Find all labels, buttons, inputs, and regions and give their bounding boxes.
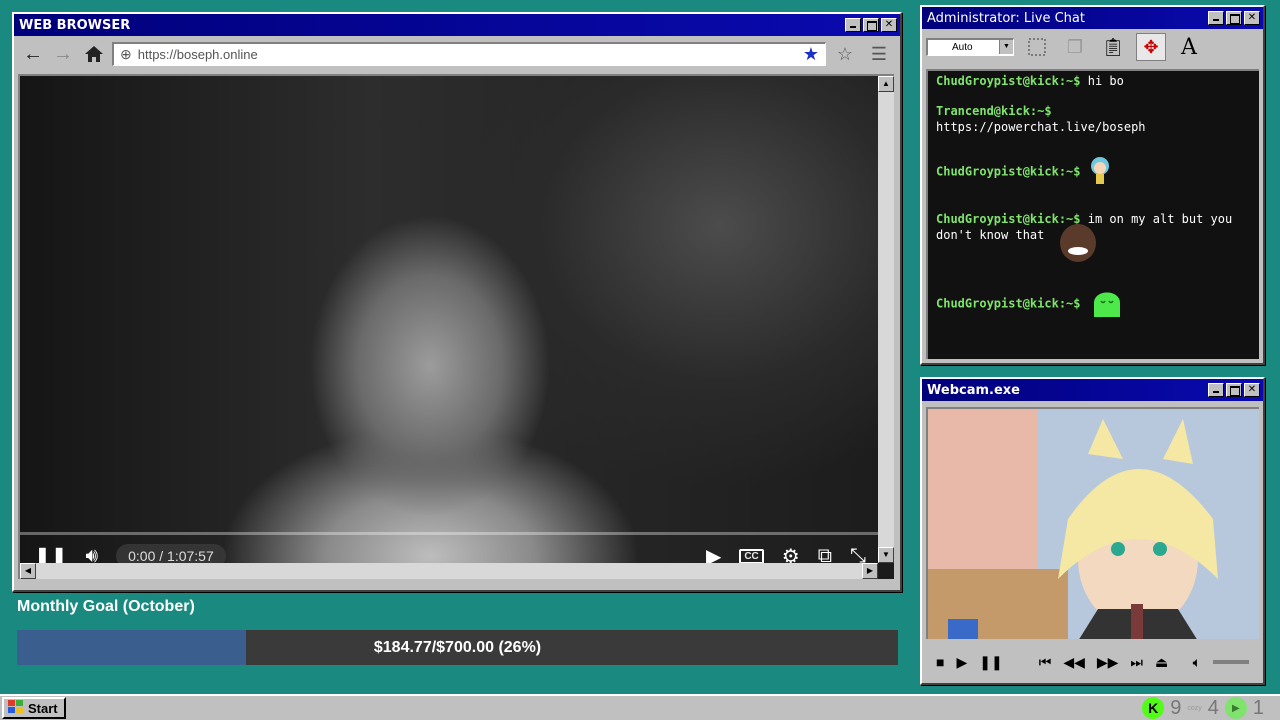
back-arrow-icon[interactable]: ← bbox=[20, 43, 46, 65]
move-icon[interactable]: ✥ bbox=[1136, 33, 1166, 61]
close-button[interactable]: ✕ bbox=[881, 18, 897, 32]
paste-icon[interactable]: 📋︎ bbox=[1098, 33, 1128, 61]
volume-icon[interactable]: 🔈︎ bbox=[1193, 654, 1201, 671]
green-blob-emote-icon bbox=[1088, 283, 1126, 325]
cozy-count: 4 bbox=[1207, 696, 1219, 719]
face-emote-icon bbox=[1056, 223, 1100, 267]
webcam-window: Webcam.exe ✕ ■ ▶ ❚❚ ⏮ ◀◀ ▶▶ ⏭ ⏏ 🔈︎ bbox=[920, 377, 1265, 685]
chat-message: ChudGroypist@kick:~$ bbox=[936, 155, 1251, 189]
rewind-icon[interactable]: ◀◀ bbox=[1063, 654, 1085, 671]
captions-button[interactable]: CC bbox=[739, 548, 764, 564]
webcam-view bbox=[926, 407, 1259, 639]
forward-arrow-icon[interactable]: → bbox=[50, 43, 76, 65]
bookmark-star-filled-icon[interactable]: ★ bbox=[803, 44, 819, 65]
copy-icon[interactable]: ❐ bbox=[1060, 33, 1090, 61]
chat-message: ChudGroypist@kick:~$ im on my alt but yo… bbox=[936, 211, 1251, 262]
cozy-label: cozy bbox=[1187, 704, 1202, 712]
bookmark-star-outline-icon[interactable]: ☆ bbox=[830, 44, 860, 65]
chat-toolbar: Auto ▼ ❐ 📋︎ ✥ A bbox=[922, 29, 1263, 65]
chat-titlebar[interactable]: Administrator: Live Chat ✕ bbox=[922, 7, 1263, 29]
maximize-button[interactable] bbox=[863, 18, 879, 32]
home-icon[interactable] bbox=[80, 42, 108, 66]
select-marquee-icon[interactable] bbox=[1022, 33, 1052, 61]
maximize-button[interactable] bbox=[1226, 383, 1242, 397]
goal-progress-bar: $184.77/$700.00 (26%) bbox=[17, 630, 898, 665]
scroll-down-icon[interactable]: ▼ bbox=[878, 547, 894, 563]
anime-girl-emote-icon bbox=[1088, 155, 1112, 189]
globe-icon: ⊕ bbox=[120, 46, 132, 62]
chat-text: hi bo bbox=[1087, 74, 1124, 88]
anime-avatar-image bbox=[928, 409, 1259, 639]
font-size-select[interactable]: Auto ▼ bbox=[926, 38, 1014, 56]
media-controls: ■ ▶ ❚❚ ⏮ ◀◀ ▶▶ ⏭ ⏏ 🔈︎ bbox=[926, 647, 1259, 677]
viewer-count: 1 bbox=[1252, 696, 1264, 719]
taskbar: Start K 9 cozy 4 ▶ 1 bbox=[0, 694, 1280, 720]
goal-progress-text: $184.77/$700.00 (26%) bbox=[373, 638, 542, 656]
pause-icon[interactable]: ❚❚ bbox=[979, 654, 1002, 671]
minimize-button[interactable] bbox=[1208, 11, 1224, 25]
horizontal-scrollbar[interactable]: ◀ ▶ bbox=[20, 563, 878, 579]
scroll-right-icon[interactable]: ▶ bbox=[862, 563, 878, 579]
stop-icon[interactable]: ■ bbox=[936, 654, 944, 670]
close-button[interactable]: ✕ bbox=[1244, 11, 1260, 25]
font-icon[interactable]: A bbox=[1174, 33, 1204, 61]
minimize-button[interactable] bbox=[1208, 383, 1224, 397]
system-tray: K 9 cozy 4 ▶ 1 bbox=[1142, 697, 1278, 720]
video-viewport[interactable]: ❚❚ 🔊︎ 0:00 / 1:07:57 ▶ CC ⚙ ⧉ ⤡ ▲ ▼ ◀ ▶ bbox=[18, 74, 894, 579]
dropdown-arrow-icon: ▼ bbox=[999, 40, 1013, 54]
chat-log[interactable]: ChudGroypist@kick:~$ hi bo Trancend@kick… bbox=[926, 69, 1259, 359]
goal-title: Monthly Goal (October) bbox=[17, 598, 195, 615]
scroll-up-icon[interactable]: ▲ bbox=[878, 76, 894, 92]
start-button[interactable]: Start bbox=[2, 697, 66, 719]
kick-logo-icon[interactable]: K bbox=[1142, 697, 1165, 719]
chat-username[interactable]: ChudGroypist@kick:~$ bbox=[936, 297, 1081, 311]
address-bar[interactable]: ⊕ https://boseph.online ★ bbox=[112, 42, 826, 66]
browser-toolbar: ← → ⊕ https://boseph.online ★ ☆ ☰ bbox=[14, 36, 900, 72]
skip-end-icon[interactable]: ⏭ bbox=[1130, 654, 1143, 671]
minimize-button[interactable] bbox=[845, 18, 861, 32]
maximize-button[interactable] bbox=[1226, 11, 1242, 25]
chat-message: ChudGroypist@kick:~$ hi bo bbox=[936, 73, 1251, 89]
chat-username[interactable]: ChudGroypist@kick:~$ bbox=[936, 165, 1081, 179]
chat-message: ChudGroypist@kick:~$ bbox=[936, 283, 1251, 325]
webcam-titlebar[interactable]: Webcam.exe ✕ bbox=[922, 379, 1263, 401]
url-text: https://boseph.online bbox=[137, 47, 258, 62]
kick-count: 9 bbox=[1170, 696, 1182, 719]
chat-username[interactable]: Trancend@kick:~$ bbox=[936, 103, 1251, 119]
rumble-logo-icon[interactable]: ▶ bbox=[1224, 697, 1247, 719]
chat-title: Administrator: Live Chat bbox=[927, 10, 1085, 26]
chat-message: Trancend@kick:~$ https://powerchat.live/… bbox=[936, 103, 1251, 135]
eject-icon[interactable]: ⏏ bbox=[1155, 654, 1168, 671]
fast-forward-icon[interactable]: ▶▶ bbox=[1097, 654, 1119, 671]
scroll-left-icon[interactable]: ◀ bbox=[20, 563, 36, 579]
chat-text: https://powerchat.live/boseph bbox=[936, 120, 1146, 134]
browser-title: WEB BROWSER bbox=[19, 17, 131, 33]
video-frame bbox=[20, 76, 894, 579]
vertical-scrollbar[interactable]: ▲ ▼ bbox=[878, 76, 894, 563]
chat-window: Administrator: Live Chat ✕ Auto ▼ ❐ 📋︎ ✥… bbox=[920, 5, 1265, 365]
browser-window: WEB BROWSER ✕ ← → ⊕ https://boseph.onlin… bbox=[12, 12, 902, 592]
play-icon[interactable]: ▶ bbox=[956, 654, 967, 671]
windows-logo-icon bbox=[8, 699, 24, 717]
volume-slider[interactable] bbox=[1213, 660, 1249, 664]
skip-start-icon[interactable]: ⏮ bbox=[1039, 654, 1052, 671]
select-value: Auto bbox=[952, 42, 973, 53]
close-button[interactable]: ✕ bbox=[1244, 383, 1260, 397]
chat-username[interactable]: ChudGroypist@kick:~$ bbox=[936, 74, 1081, 88]
webcam-title: Webcam.exe bbox=[927, 382, 1020, 398]
menu-icon[interactable]: ☰ bbox=[864, 44, 894, 65]
start-label: Start bbox=[28, 700, 58, 716]
browser-titlebar[interactable]: WEB BROWSER ✕ bbox=[14, 14, 900, 36]
